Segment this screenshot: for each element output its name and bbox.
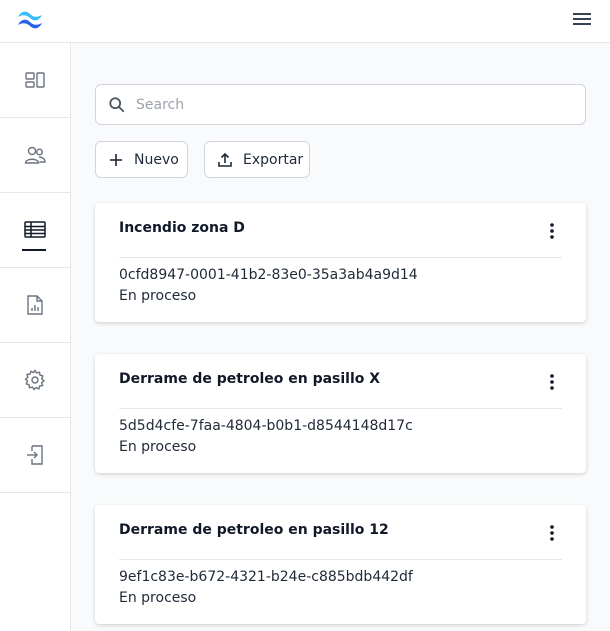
sidebar-item-table[interactable]	[0, 193, 70, 268]
search-icon	[109, 96, 125, 112]
card-status: En proceso	[119, 590, 197, 606]
search-input[interactable]	[136, 96, 576, 113]
card-status: En proceso	[119, 288, 197, 304]
more-options-button[interactable]	[544, 524, 560, 542]
tailwind-logo-icon[interactable]	[14, 8, 46, 30]
sidebar-item-reports[interactable]	[0, 268, 70, 343]
sidebar-item-logout[interactable]	[0, 418, 70, 493]
table-icon	[24, 221, 46, 238]
new-button-label: Nuevo	[134, 151, 179, 168]
incident-card[interactable]: Incendio zona D 0cfd8947-0001-41b2-83e0-…	[95, 203, 586, 322]
more-options-button[interactable]	[544, 373, 560, 391]
hamburger-menu-icon[interactable]	[572, 11, 592, 27]
card-divider	[119, 257, 562, 258]
card-title: Derrame de petroleo en pasillo 12	[119, 522, 389, 538]
card-status: En proceso	[119, 439, 197, 455]
export-button[interactable]: Exportar	[204, 141, 310, 178]
export-button-label: Exportar	[243, 151, 304, 168]
main-content: Nuevo Exportar Incendio zona D 0cfd8947-…	[71, 43, 610, 631]
search-box[interactable]	[95, 84, 586, 125]
users-icon	[24, 146, 46, 164]
kebab-menu-icon	[550, 223, 554, 239]
incident-card[interactable]: Derrame de petroleo en pasillo X 5d5d4cf…	[95, 354, 586, 473]
card-title: Derrame de petroleo en pasillo X	[119, 371, 381, 387]
more-options-button[interactable]	[544, 222, 560, 240]
kebab-menu-icon	[550, 374, 554, 390]
plus-icon	[110, 153, 122, 166]
settings-gear-icon	[24, 369, 46, 391]
upload-icon	[218, 152, 232, 167]
card-divider	[119, 408, 562, 409]
logout-icon	[27, 445, 43, 465]
kebab-menu-icon	[550, 525, 554, 541]
card-id: 5d5d4cfe-7faa-4804-b0b1-d8544148d17c	[119, 418, 413, 434]
card-title: Incendio zona D	[119, 220, 245, 236]
incident-card[interactable]: Derrame de petroleo en pasillo 12 9ef1c8…	[95, 505, 586, 624]
sidebar-item-settings[interactable]	[0, 343, 70, 418]
sidebar-item-dashboard[interactable]	[0, 43, 70, 118]
dashboard-icon	[25, 72, 45, 88]
sidebar	[0, 43, 71, 631]
card-id: 9ef1c83e-b672-4321-b24e-c885bdb442df	[119, 569, 413, 585]
card-id: 0cfd8947-0001-41b2-83e0-35a3ab4a9d14	[119, 267, 418, 283]
top-bar	[0, 0, 610, 43]
report-file-icon	[27, 295, 43, 315]
card-divider	[119, 559, 562, 560]
sidebar-item-users[interactable]	[0, 118, 70, 193]
new-button[interactable]: Nuevo	[95, 141, 188, 178]
